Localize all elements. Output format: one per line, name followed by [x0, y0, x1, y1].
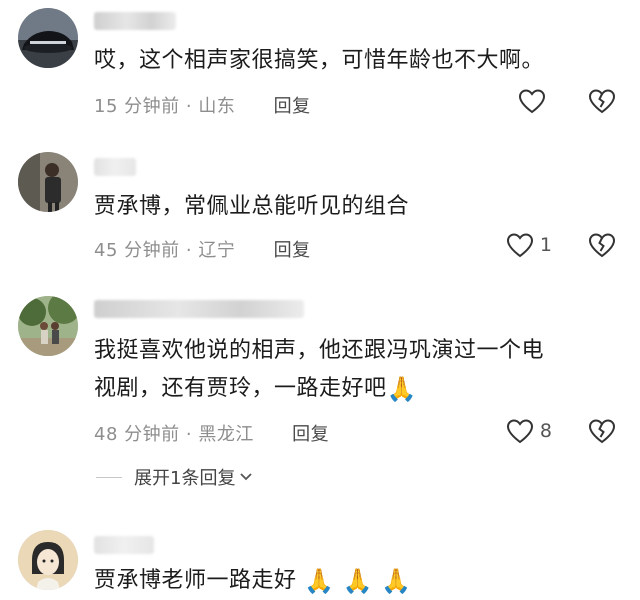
chevron-down-icon — [240, 473, 253, 481]
comment-text: 贾承博老师一路走好 🙏 🙏 🙏 — [94, 567, 412, 595]
like-button[interactable]: 8 — [506, 418, 552, 444]
comment-text: 哎，这个相声家很搞笑，可惜年龄也不大啊。 — [94, 48, 545, 73]
comment-text: 我挺喜欢他说的相声，他还跟冯巩演过一个电 视剧，还有贾玲，一路走好吧🙏 — [94, 332, 610, 408]
avatar[interactable] — [18, 296, 78, 356]
divider — [96, 476, 122, 478]
heart-icon — [518, 89, 546, 114]
username-blurred[interactable] — [94, 300, 304, 318]
like-count: 1 — [539, 234, 552, 256]
comment-text: 贾承博，常佩业总能听见的组合 — [94, 194, 410, 219]
heart-icon — [506, 419, 533, 444]
username-blurred[interactable] — [94, 12, 176, 30]
broken-heart-icon — [588, 89, 616, 114]
reply-button[interactable]: 回复 — [292, 424, 329, 445]
comment-meta: 45 分钟前 · 辽宁 回复 — [94, 240, 311, 261]
comment-meta: 48 分钟前 · 黑龙江 回复 — [94, 424, 330, 445]
location: 辽宁 — [198, 240, 236, 261]
avatar[interactable] — [18, 152, 78, 212]
heart-icon — [506, 233, 533, 258]
broken-heart-icon — [588, 419, 616, 444]
username-blurred[interactable] — [94, 536, 154, 554]
broken-heart-icon — [588, 233, 616, 258]
timestamp: 45 分钟前 — [94, 240, 180, 261]
avatar[interactable] — [18, 8, 78, 68]
dislike-button[interactable] — [588, 418, 616, 448]
timestamp: 15 分钟前 — [94, 96, 180, 117]
avatar[interactable] — [18, 530, 78, 590]
comment-meta: 15 分钟前 · 山东 回复 — [94, 96, 311, 117]
location: 黑龙江 — [198, 424, 254, 445]
reply-button[interactable]: 回复 — [274, 240, 311, 261]
folded-hands-emoji: 🙏 — [386, 375, 417, 403]
reply-button[interactable]: 回复 — [274, 96, 311, 117]
like-count: 8 — [539, 420, 552, 442]
location: 山东 — [198, 96, 236, 117]
expand-replies-label: 展开1条回复 — [134, 468, 236, 489]
like-button[interactable] — [518, 88, 552, 114]
folded-hands-emoji: 🙏 🙏 🙏 — [304, 567, 412, 595]
username-blurred[interactable] — [94, 158, 136, 176]
comment-text-line: 我挺喜欢他说的相声，他还跟冯巩演过一个电 — [94, 338, 545, 363]
dislike-button[interactable] — [588, 88, 616, 118]
timestamp: 48 分钟前 — [94, 424, 180, 445]
expand-replies-button[interactable]: 展开1条回复 — [96, 464, 253, 490]
comment-text-line: 视剧，还有贾玲，一路走好吧🙏 — [94, 375, 417, 403]
like-button[interactable]: 1 — [506, 232, 552, 258]
dislike-button[interactable] — [588, 232, 616, 262]
